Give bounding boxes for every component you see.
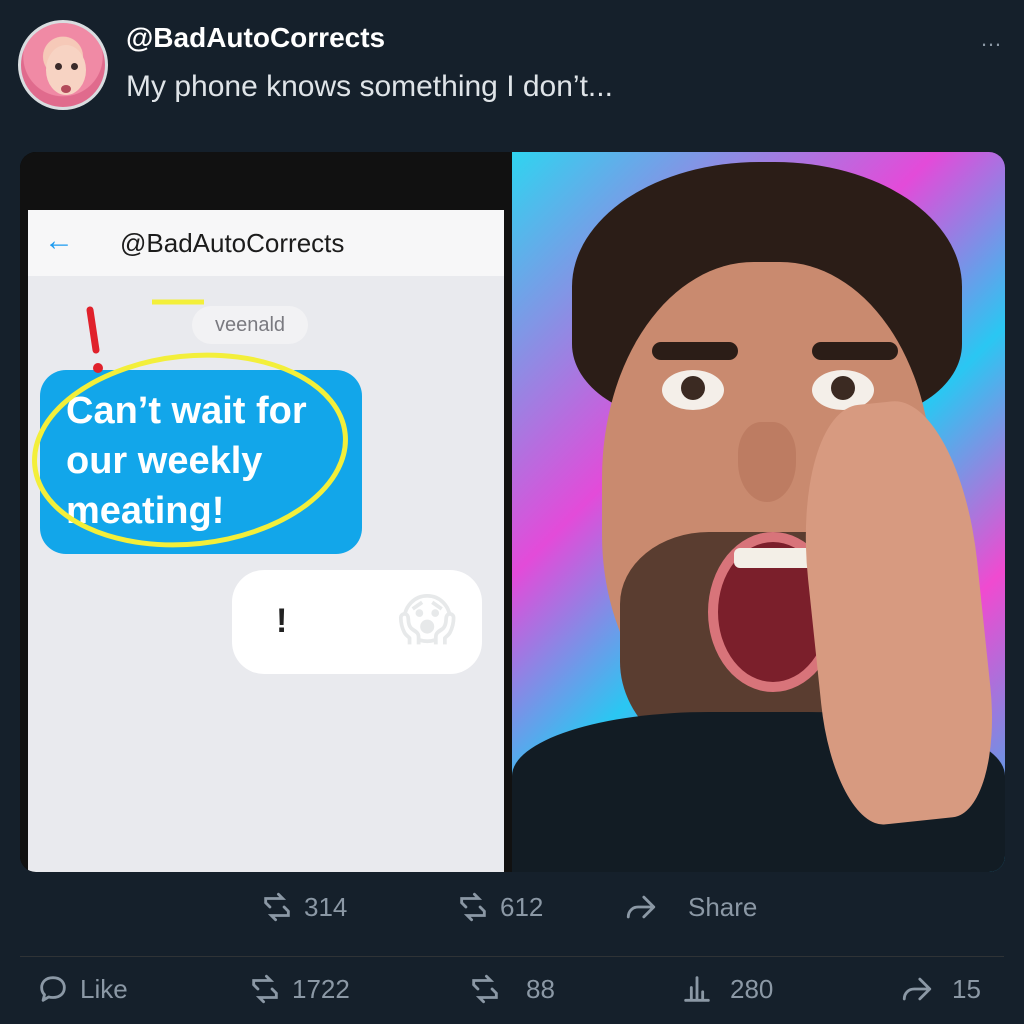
phone-screenshot: ← @BadAutoCorrects veenald Can’t wait fo… bbox=[20, 152, 512, 872]
reaction-photo bbox=[512, 152, 1005, 872]
retweet-count: 314 bbox=[304, 891, 348, 922]
post-media[interactable]: ← @BadAutoCorrects veenald Can’t wait fo… bbox=[20, 152, 1005, 872]
retweet-icon bbox=[264, 892, 290, 922]
retweet-icon bbox=[460, 892, 486, 922]
views-count: 280 bbox=[730, 973, 774, 1004]
share-label: Share bbox=[688, 891, 758, 922]
chat-screen: ← @BadAutoCorrects veenald Can’t wait fo… bbox=[28, 210, 504, 872]
avatar-eye bbox=[71, 63, 78, 70]
back-arrow-icon: ← bbox=[44, 224, 74, 257]
avatar-eye bbox=[55, 63, 62, 70]
share-icon bbox=[902, 977, 932, 1001]
reply-message-text: ! bbox=[276, 602, 288, 640]
screaming-face-emoji-icon: 😱 bbox=[398, 588, 457, 651]
message-timestamp: veenald bbox=[192, 306, 308, 344]
sent-message-text: Can’t wait for our weekly meating! bbox=[66, 390, 307, 532]
avatar-mouth bbox=[61, 85, 71, 93]
post-handle[interactable]: @BadAutoCorrects bbox=[126, 22, 385, 54]
divider bbox=[20, 956, 1004, 957]
more-options-icon[interactable]: … bbox=[980, 26, 1004, 52]
photo-eyebrow bbox=[812, 342, 898, 360]
like-button[interactable]: Like bbox=[36, 972, 128, 1006]
action-row-bottom: Like 1722 88 280 15 bbox=[0, 972, 1024, 1022]
action-row-top: 314 612 Share bbox=[0, 890, 1024, 940]
views-icon bbox=[684, 976, 710, 1002]
post-text: My phone knows something I don’t... bbox=[126, 70, 613, 103]
retweet-icon bbox=[472, 974, 498, 1004]
like-label: Like bbox=[80, 973, 128, 1004]
photo-nose bbox=[738, 422, 796, 502]
share-button[interactable]: Share bbox=[624, 890, 757, 924]
photo-pupil bbox=[831, 376, 855, 400]
comment-icon bbox=[40, 976, 66, 1002]
chat-title: @BadAutoCorrects bbox=[120, 228, 345, 258]
views-button[interactable]: 280 bbox=[680, 972, 773, 1006]
retweet-button[interactable]: 314 bbox=[260, 890, 347, 924]
photo-teeth bbox=[734, 548, 814, 568]
exclamation-mark-icon bbox=[86, 306, 100, 354]
retweet-count: 612 bbox=[500, 891, 544, 922]
avatar[interactable] bbox=[18, 20, 108, 110]
retweet-button[interactable]: 88 bbox=[468, 972, 555, 1006]
retweet-icon bbox=[252, 974, 278, 1004]
retweet-button[interactable]: 612 bbox=[456, 890, 543, 924]
retweet-count: 88 bbox=[526, 973, 555, 1004]
share-button[interactable]: 15 bbox=[900, 972, 981, 1006]
retweet-button[interactable]: 1722 bbox=[248, 972, 350, 1006]
photo-eyebrow bbox=[652, 342, 738, 360]
photo-pupil bbox=[681, 376, 705, 400]
share-icon bbox=[626, 895, 656, 919]
share-count: 15 bbox=[952, 973, 981, 1004]
chat-header: ← @BadAutoCorrects bbox=[28, 210, 504, 276]
retweet-count: 1722 bbox=[292, 973, 350, 1004]
